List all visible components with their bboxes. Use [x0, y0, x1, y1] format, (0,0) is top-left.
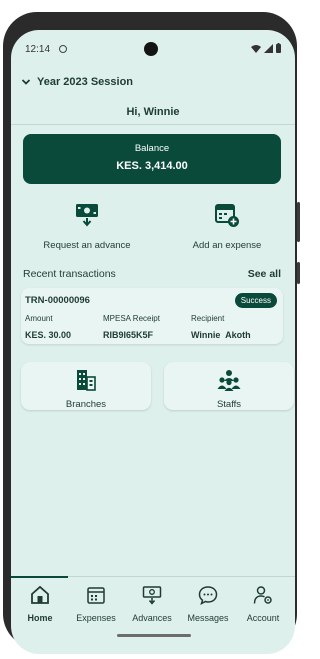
- bottom-nav: Home Expenses Advances Messages Account: [11, 576, 295, 637]
- nav-item-messages[interactable]: Messages: [180, 585, 236, 623]
- signal-icon: [264, 43, 273, 53]
- wifi-icon: [251, 44, 261, 53]
- nav-item-advances[interactable]: Advances: [124, 585, 180, 623]
- transaction-card[interactable]: TRN-00000096 Success Amount KES. 30.00 M…: [21, 288, 283, 344]
- balance-label: Balance: [134, 143, 170, 154]
- chevron-down-icon: [21, 79, 31, 85]
- front-camera: [144, 42, 158, 56]
- home-icon: [31, 585, 49, 604]
- receipt-column: MPESA Receipt RIB9I65K5F: [103, 314, 160, 340]
- add-expense-label: Add an expense: [192, 240, 262, 251]
- status-time: 12:14: [25, 44, 51, 55]
- transaction-id: TRN-00000096: [25, 295, 90, 306]
- power-button: [297, 202, 300, 242]
- status-badge: Success: [234, 293, 277, 308]
- nav-item-expenses[interactable]: Expenses: [68, 585, 124, 623]
- branches-label: Branches: [65, 399, 107, 410]
- active-tab-indicator: [11, 576, 68, 578]
- nav-expenses-label: Expenses: [76, 613, 116, 623]
- phone-frame: 12:14 Year 2023 Session Hi, Winnie Balan…: [3, 12, 300, 654]
- cash-download-icon: [76, 204, 98, 227]
- people-icon: [217, 370, 241, 391]
- chat-icon: [198, 586, 218, 605]
- calendar-add-icon: [215, 204, 239, 227]
- status-bar: 12:14: [11, 30, 295, 60]
- balance-card: Balance KES. 3,414.00: [23, 134, 281, 184]
- greeting: Hi, Winnie: [126, 106, 180, 118]
- amount-value: KES. 30.00: [25, 330, 72, 340]
- cash-icon: [142, 586, 162, 605]
- add-expense-button[interactable]: Add an expense: [167, 202, 287, 251]
- recent-transactions-title: Recent transactions: [23, 268, 116, 280]
- recipient-label: Recipient: [191, 314, 225, 323]
- nav-item-home[interactable]: Home: [12, 585, 68, 623]
- screen: 12:14 Year 2023 Session Hi, Winnie Balan…: [11, 30, 295, 654]
- home-indicator: [117, 634, 191, 637]
- balance-value: KES. 3,414.00: [116, 160, 188, 172]
- session-selector[interactable]: Year 2023 Session: [11, 74, 295, 96]
- amount-label: Amount: [25, 314, 53, 323]
- session-label: Year 2023 Session: [37, 76, 134, 88]
- receipt-label: MPESA Receipt: [103, 314, 160, 323]
- notification-icon: [59, 45, 67, 53]
- recipient-value: Winnie Akoth: [191, 330, 251, 340]
- nav-advances-label: Advances: [132, 613, 172, 623]
- nav-messages-label: Messages: [187, 613, 229, 623]
- see-all-link[interactable]: See all: [248, 268, 281, 280]
- recipient-column: Recipient Winnie Akoth: [191, 314, 251, 340]
- staffs-label: Staffs: [216, 399, 242, 410]
- nav-account-label: Account: [246, 613, 280, 623]
- receipt-icon: [87, 587, 105, 604]
- request-advance-button[interactable]: Request an advance: [27, 202, 147, 251]
- branches-tile[interactable]: Branches: [21, 362, 151, 410]
- divider: [11, 124, 295, 125]
- nav-item-account[interactable]: Account: [235, 585, 291, 623]
- buildings-icon: [77, 370, 96, 391]
- nav-home-label: Home: [27, 613, 53, 623]
- system-icons: [251, 43, 281, 53]
- user-gear-icon: [253, 586, 272, 604]
- request-advance-label: Request an advance: [43, 240, 131, 251]
- staffs-tile[interactable]: Staffs: [164, 362, 294, 410]
- volume-button: [297, 262, 300, 284]
- amount-column: Amount KES. 30.00: [25, 314, 71, 340]
- receipt-value: RIB9I65K5F: [103, 330, 154, 340]
- battery-icon: [276, 43, 281, 53]
